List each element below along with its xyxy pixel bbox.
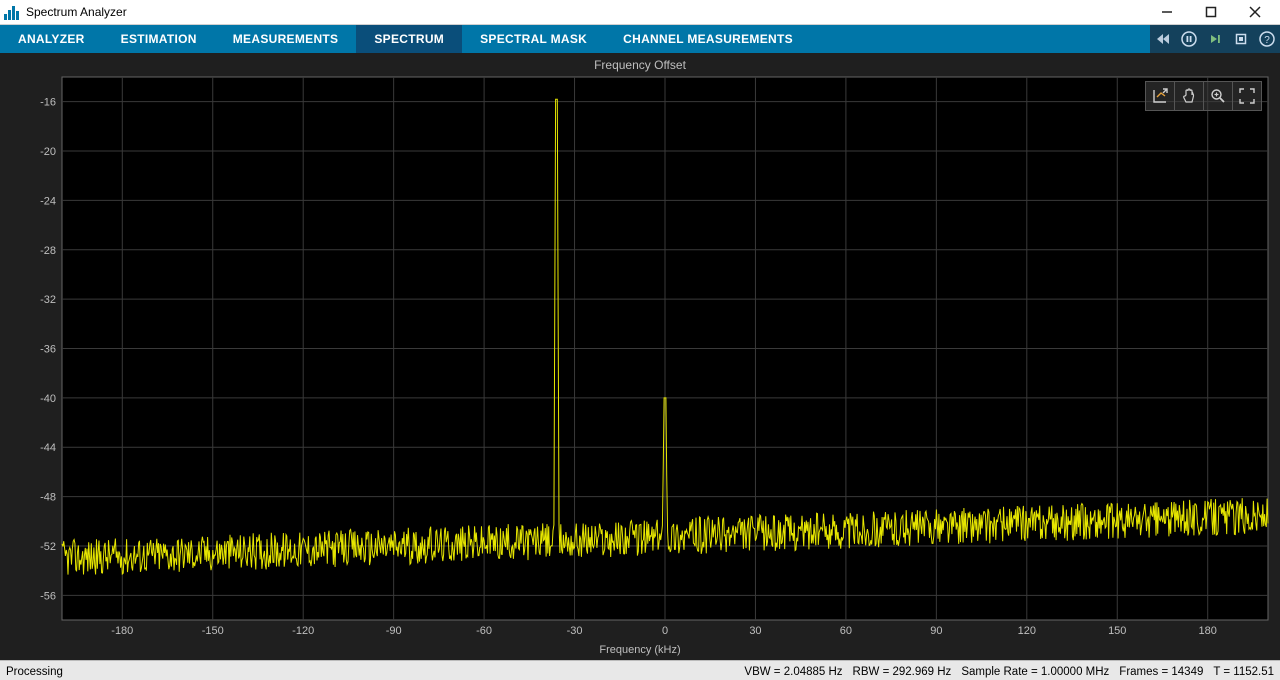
app-icon <box>4 4 20 20</box>
pan-icon[interactable] <box>1174 82 1203 110</box>
tab-channel-measurements[interactable]: CHANNEL MEASUREMENTS <box>605 25 811 53</box>
svg-text:-90: -90 <box>386 625 402 637</box>
svg-text:-30: -30 <box>567 625 583 637</box>
toolbar-controls: ? <box>1150 25 1280 53</box>
svg-text:-56: -56 <box>40 590 56 602</box>
svg-text:60: 60 <box>840 625 852 637</box>
tab-estimation[interactable]: ESTIMATION <box>103 25 215 53</box>
stop-button[interactable] <box>1228 25 1254 53</box>
svg-text:-150: -150 <box>202 625 224 637</box>
svg-text:?: ? <box>1264 35 1270 46</box>
svg-text:-16: -16 <box>40 97 56 109</box>
svg-text:180: 180 <box>1199 625 1217 637</box>
svg-text:-180: -180 <box>111 625 133 637</box>
svg-text:90: 90 <box>930 625 942 637</box>
svg-text:-20: -20 <box>40 146 56 158</box>
pause-button[interactable] <box>1176 25 1202 53</box>
status-rbw: RBW = 292.969 Hz <box>853 666 952 678</box>
tab-measurements[interactable]: MEASUREMENTS <box>215 25 357 53</box>
close-button[interactable] <box>1242 2 1268 22</box>
tab-spectrum[interactable]: SPECTRUM <box>356 25 462 53</box>
svg-text:-32: -32 <box>40 294 56 306</box>
minimize-button[interactable] <box>1154 2 1180 22</box>
window-title: Spectrum Analyzer <box>26 5 127 19</box>
svg-text:-24: -24 <box>40 195 56 207</box>
svg-text:-40: -40 <box>40 393 56 405</box>
help-button[interactable]: ? <box>1254 25 1280 53</box>
tab-analyzer[interactable]: ANALYZER <box>0 25 103 53</box>
titlebar: Spectrum Analyzer <box>0 0 1280 25</box>
svg-text:-52: -52 <box>40 541 56 553</box>
step-button[interactable] <box>1202 25 1228 53</box>
status-frames: Frames = 14349 <box>1119 666 1203 678</box>
status-bar: Processing VBW = 2.04885 Hz RBW = 292.96… <box>0 660 1280 680</box>
svg-text:-48: -48 <box>40 492 56 504</box>
status-left: Processing <box>6 666 63 678</box>
status-vbw: VBW = 2.04885 Hz <box>744 666 842 678</box>
status-sample-rate: Sample Rate = 1.00000 MHz <box>961 666 1109 678</box>
svg-text:30: 30 <box>749 625 761 637</box>
svg-text:-60: -60 <box>476 625 492 637</box>
svg-text:-44: -44 <box>40 442 56 454</box>
spectrum-plot[interactable]: -180 -150 -120 -90 -60 -30 0 30 60 90 120 150 180 -56… <box>0 53 1280 660</box>
ribbon-tabs: ANALYZERESTIMATIONMEASUREMENTSSPECTRUMSP… <box>0 25 1280 53</box>
plot-area: Frequency Offset Magnitude-squared, dB (… <box>0 53 1280 660</box>
svg-text:-36: -36 <box>40 344 56 356</box>
tab-spectral-mask[interactable]: SPECTRAL MASK <box>462 25 605 53</box>
rewind-button[interactable] <box>1150 25 1176 53</box>
svg-text:-28: -28 <box>40 245 56 257</box>
fullscreen-icon[interactable] <box>1232 82 1261 110</box>
plot-toolbar <box>1145 81 1262 111</box>
autoscale-icon[interactable] <box>1146 82 1174 110</box>
svg-text:0: 0 <box>662 625 668 637</box>
zoom-icon[interactable] <box>1203 82 1232 110</box>
svg-text:-120: -120 <box>292 625 314 637</box>
maximize-button[interactable] <box>1198 2 1224 22</box>
status-time: T = 1152.51 <box>1213 666 1274 678</box>
svg-text:150: 150 <box>1108 625 1126 637</box>
svg-text:120: 120 <box>1018 625 1036 637</box>
